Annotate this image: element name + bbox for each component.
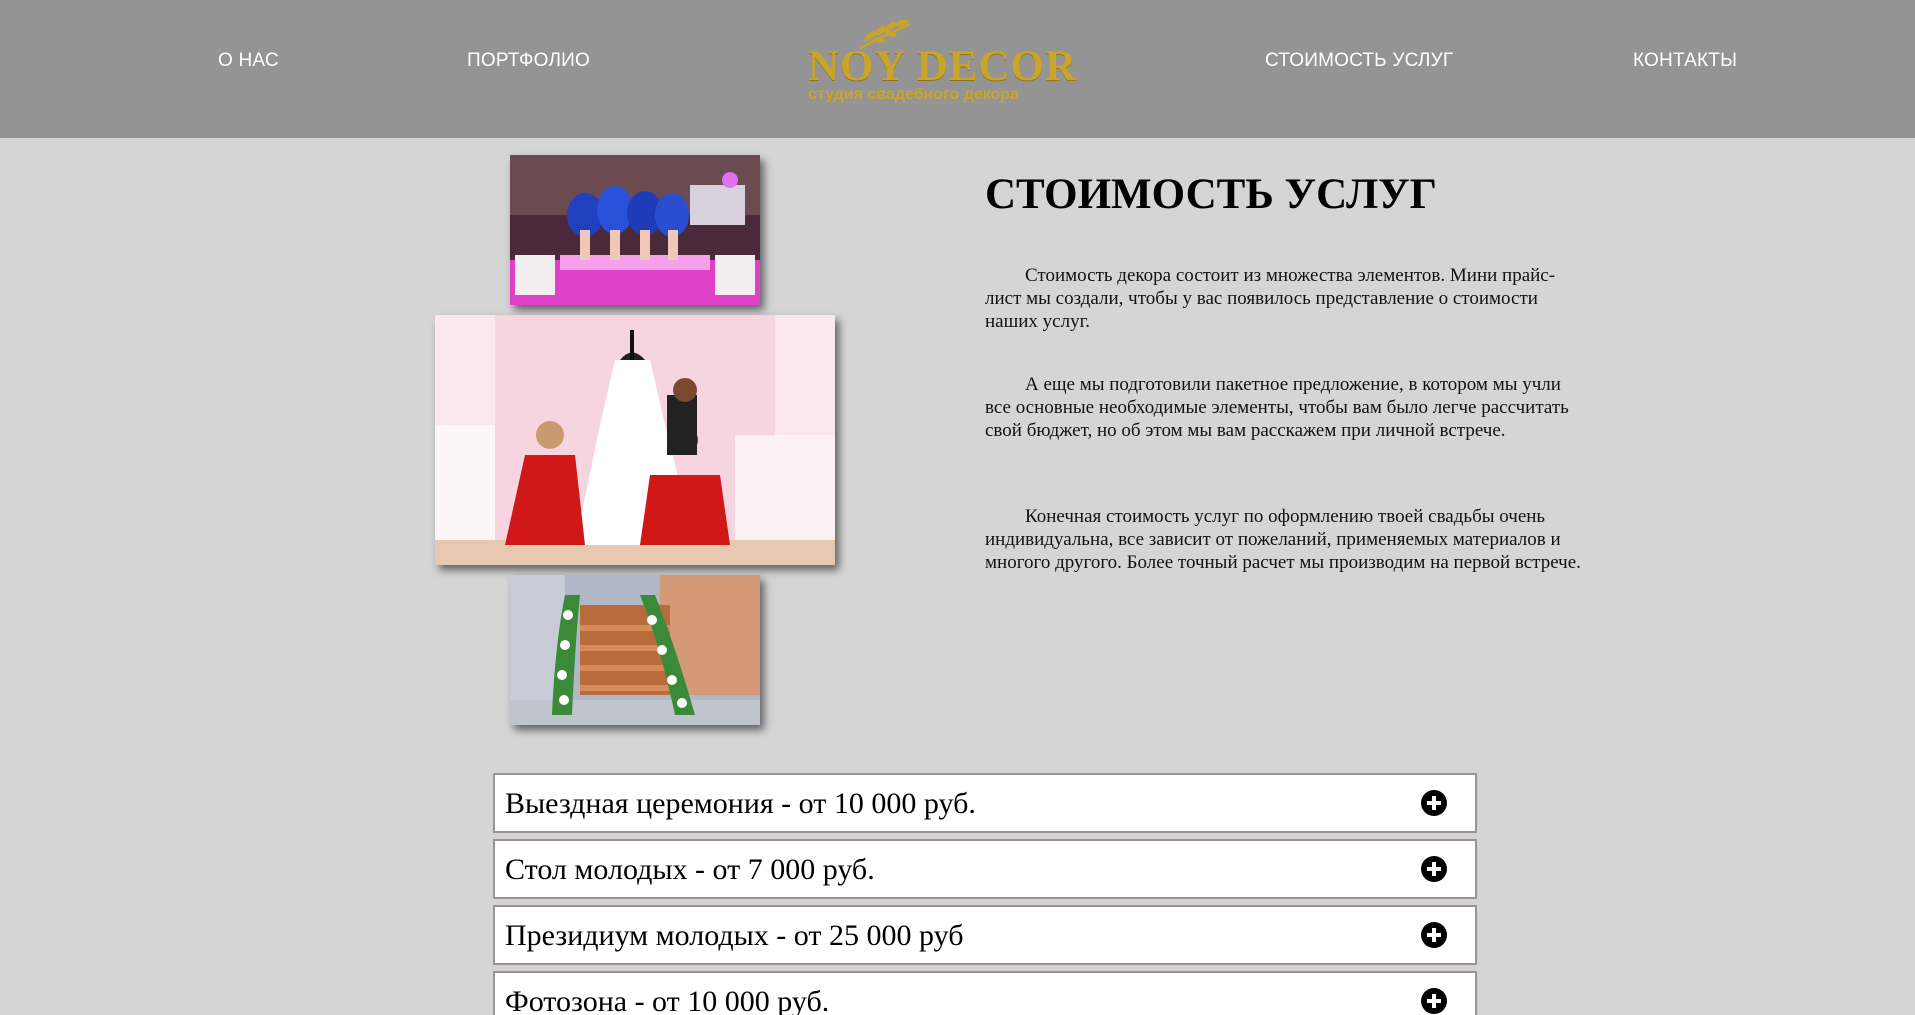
nav-portfolio[interactable]: ПОРТФОЛИО — [467, 50, 590, 72]
paragraph-final-cost: Конечная стоимость услуг по оформлению т… — [985, 506, 1581, 573]
accordion-item-presidium[interactable]: Президиум молодых - от 25 000 руб — [493, 905, 1477, 965]
plus-circle-icon[interactable] — [1420, 987, 1448, 1015]
plus-circle-icon[interactable] — [1420, 789, 1448, 817]
plus-circle-icon[interactable] — [1420, 921, 1448, 949]
accordion-label: Фотозона - от 10 000 руб. — [505, 985, 830, 1015]
paragraph-package-offer: А еще мы подготовили пакетное предложени… — [985, 374, 1569, 441]
accordion-label: Выездная церемония - от 10 000 руб. — [505, 787, 976, 820]
accordion-item-ceremony[interactable]: Выездная церемония - от 10 000 руб. — [493, 773, 1477, 833]
staircase-flowers-photo[interactable] — [510, 575, 760, 725]
accordion-item-photozone[interactable]: Фотозона - от 10 000 руб. — [493, 971, 1477, 1015]
accordion-label: Стол молодых - от 7 000 руб. — [505, 853, 875, 886]
nav-contacts[interactable]: КОНТАКТЫ — [1633, 50, 1737, 72]
plus-circle-icon[interactable] — [1420, 855, 1448, 883]
logo[interactable]: NOY DECOR студия свадебного декора — [805, 20, 1076, 110]
accordion-item-newlyweds-table[interactable]: Стол молодых - от 7 000 руб. — [493, 839, 1477, 899]
site-header: О НАС ПОРТФОЛИО NOY DECOR студия свадебн… — [0, 0, 1915, 138]
stage-dancers-photo[interactable] — [510, 155, 760, 305]
nav-about[interactable]: О НАС — [218, 50, 279, 72]
logo-subtitle: студия свадебного декора — [808, 86, 1019, 103]
paragraph-price-list: Стоимость декора состоит из множества эл… — [985, 265, 1556, 332]
accordion-label: Президиум молодых - от 25 000 руб — [505, 919, 964, 952]
logo-title: NOY DECOR — [808, 43, 1077, 90]
nav-prices[interactable]: СТОИМОСТЬ УСЛУГ — [1265, 50, 1453, 72]
wedding-dress-photo[interactable] — [435, 315, 835, 565]
page-title: СТОИМОСТЬ УСЛУГ — [985, 171, 1438, 218]
